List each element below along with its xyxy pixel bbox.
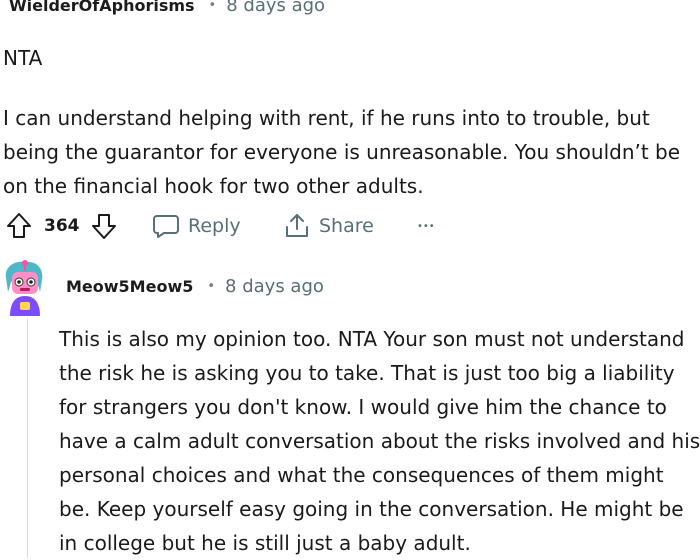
reply-body-line: This is also my opinion too. NTA Your so…	[59, 327, 685, 351]
share-button[interactable]: Share	[284, 206, 374, 246]
arrow-down-outline-icon	[92, 214, 116, 239]
comment-author[interactable]: WielderOfAphorisms	[9, 0, 195, 15]
downvote-button[interactable]	[91, 206, 117, 246]
comment-body-line: on the financial hook for two other adul…	[3, 174, 424, 198]
speech-bubble-icon	[153, 215, 179, 238]
reply-timestamp[interactable]: 8 days ago	[225, 276, 324, 297]
share-arrow-icon	[286, 214, 308, 237]
vote-count-wrap: 364	[44, 206, 80, 246]
robot-avatar-icon[interactable]	[0, 258, 48, 316]
thread-line[interactable]	[27, 318, 28, 558]
reply-body-line: be. Keep yourself easy going in the conv…	[59, 497, 684, 521]
meta-separator: •	[207, 279, 216, 294]
reply-header: Meow5Meow5 • 8 days ago	[66, 276, 324, 297]
comment-header: WielderOfAphorisms • 8 days ago	[9, 0, 325, 16]
upvote-button[interactable]	[6, 206, 32, 246]
reply-label: Reply	[188, 215, 241, 237]
reply-body-line: for strangers you don't know. I would gi…	[59, 395, 667, 419]
reply-author[interactable]: Meow5Meow5	[66, 277, 193, 296]
reply-body-line: have a calm adult conversation about the…	[59, 429, 700, 453]
reply-button[interactable]: Reply	[152, 206, 241, 246]
reply-body-line: the risk he is asking you to take. That …	[59, 361, 675, 385]
comment-body-line: I can understand helping with rent, if h…	[3, 106, 650, 130]
more-options-icon: •••	[417, 220, 435, 232]
comment-timestamp[interactable]: 8 days ago	[226, 0, 325, 16]
meta-separator: •	[208, 0, 217, 13]
reply-body: This is also my opinion too. NTA Your so…	[59, 322, 700, 560]
comment-action-bar: 364 Reply Share •••	[0, 206, 700, 246]
comment-body-line: NTA	[3, 46, 43, 70]
comment-body-line: being the guarantor for everyone is unre…	[3, 140, 681, 164]
reply-body-line: personal choices and what the consequenc…	[59, 463, 664, 487]
vote-count: 364	[44, 216, 80, 236]
share-label: Share	[319, 215, 374, 237]
arrow-up-outline-icon	[7, 213, 31, 238]
more-options-button[interactable]: •••	[417, 206, 435, 246]
